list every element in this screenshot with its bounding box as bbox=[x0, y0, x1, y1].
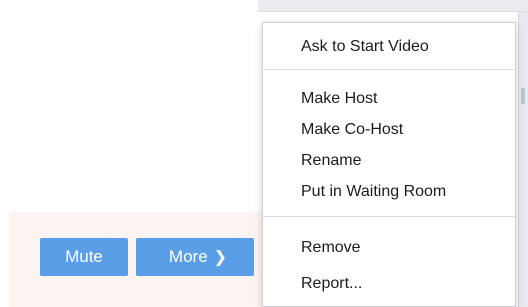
menu-item-label: Ask to Start Video bbox=[301, 38, 429, 55]
menu-item-rename[interactable]: Rename bbox=[263, 146, 515, 176]
scrollbar-thumb[interactable] bbox=[521, 88, 525, 104]
menu-item-label: Make Co-Host bbox=[301, 121, 404, 138]
menu-separator bbox=[263, 69, 515, 70]
chevron-right-icon: ❯ bbox=[213, 249, 228, 266]
menu-separator bbox=[263, 216, 515, 217]
menu-item-label: Report... bbox=[301, 275, 363, 292]
menu-item-label: Remove bbox=[301, 239, 361, 256]
menu-item-make-co-host[interactable]: Make Co-Host bbox=[263, 115, 515, 145]
participant-context-menu: Ask to Start Video Make Host Make Co-Hos… bbox=[262, 22, 516, 307]
menu-item-remove[interactable]: Remove bbox=[263, 233, 515, 263]
mute-button-label: Mute bbox=[65, 247, 103, 266]
menu-item-label: Make Host bbox=[301, 90, 378, 107]
more-button-label: More bbox=[168, 247, 208, 266]
window-top-bar bbox=[258, 0, 528, 12]
menu-item-label: Rename bbox=[301, 152, 362, 169]
window-right-edge bbox=[518, 12, 528, 307]
mute-button[interactable]: Mute bbox=[40, 238, 128, 276]
menu-item-ask-to-start-video[interactable]: Ask to Start Video bbox=[263, 32, 515, 62]
meeting-participant-view: Mute More ❯ Ask to Start Video Make Host… bbox=[0, 0, 528, 307]
more-button[interactable]: More ❯ bbox=[136, 238, 254, 276]
menu-item-label: Put in Waiting Room bbox=[301, 183, 447, 200]
menu-item-make-host[interactable]: Make Host bbox=[263, 84, 515, 114]
menu-item-report[interactable]: Report... bbox=[263, 269, 515, 299]
menu-item-put-in-waiting-room[interactable]: Put in Waiting Room bbox=[263, 177, 515, 207]
